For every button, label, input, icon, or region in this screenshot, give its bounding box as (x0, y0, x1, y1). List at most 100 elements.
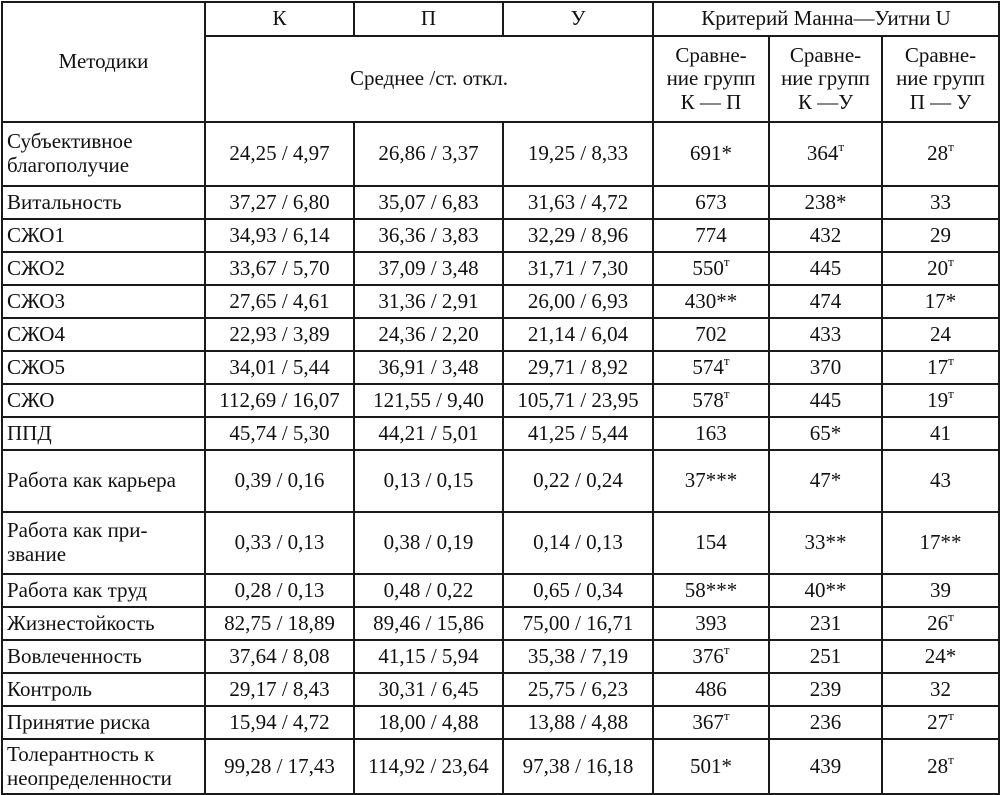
table-row: Работа как карьера 0,39 / 0,16 0,13 / 0,15… (1, 449, 1000, 513)
comparison-k-p-cell: 486 (652, 672, 770, 707)
comparison-k-u-cell-value: 33** (804, 530, 847, 555)
method-name-cell-value: ППД (7, 420, 52, 445)
group-u-cell-value: 97,38 / 16,18 (522, 753, 634, 778)
comparison-p-u-cell-value: 29 (930, 222, 951, 247)
comparison-k-u-cell-value: 47* (809, 468, 842, 493)
group-k-cell-value: 22,93 / 3,89 (229, 321, 330, 346)
comparison-k-u-cell-value: 238* (804, 189, 847, 214)
method-name-cell-value: Субъективное благополучие (7, 129, 133, 177)
comparison-k-u-cell-value: 445 (809, 255, 842, 280)
group-p-cell: 31,36 / 2,91 (353, 284, 504, 319)
comparison-k-p-cell-value: 774 (695, 222, 727, 247)
method-name-cell-value: Принятие риска (7, 709, 151, 734)
comparison-k-p-cell-value: 574 (692, 354, 724, 379)
comparison-k-u-cell-value: 40** (804, 577, 847, 602)
group-u-cell: 35,38 / 7,19 (502, 639, 654, 674)
comparison-p-u-cell-value: 43 (930, 468, 951, 493)
comparison-p-u-cell-value: 41 (930, 420, 951, 445)
group-u-cell-value: 25,75 / 6,23 (527, 676, 629, 701)
table-row: Витальность 37,27 / 6,80 35,07 / 6,83 31,63… (1, 185, 1000, 220)
group-p-cell-value: 30,31 / 6,45 (378, 676, 479, 701)
significance-marker: т (838, 139, 845, 155)
comparison-p-u-cell: 28т (881, 121, 1000, 187)
group-u-cell: 0,22 / 0,24 (502, 449, 654, 513)
group-p-cell-value: 31,36 / 2,91 (378, 288, 479, 313)
group-p-cell: 24,36 / 2,20 (353, 317, 504, 352)
table-row: СЖО 112,69 / 16,07 121,55 / 9,40 105,71 / 2… (1, 383, 1000, 418)
comparison-k-u-cell: 238* (768, 185, 883, 220)
group-k-cell-value: 0,28 / 0,13 (234, 577, 325, 602)
table-row: СЖО5 34,01 / 5,44 36,91 / 3,48 29,71 / 8,92… (1, 350, 1000, 385)
comparison-k-u-header: Сравне- ние групп К —У (768, 35, 883, 123)
group-k-cell-value: 15,94 / 4,72 (229, 709, 330, 734)
significance-marker: т (723, 385, 730, 401)
comparison-p-u-cell: 24 (881, 317, 1000, 352)
group-u-cell: 75,00 / 16,71 (502, 606, 654, 641)
group-k-cell: 37,27 / 6,80 (204, 185, 355, 220)
comparison-k-u-cell: 33** (768, 511, 883, 575)
significance-marker: т (948, 352, 954, 368)
group-p-cell: 0,13 / 0,15 (353, 449, 504, 513)
method-name-cell: СЖО1 (1, 218, 206, 253)
comparison-k-p-cell: 774 (652, 218, 770, 253)
group-u-cell-value: 41,25 / 5,44 (527, 420, 629, 445)
comparison-k-u-cell-value: 251 (809, 643, 842, 668)
comparison-p-u-cell-value: 33 (930, 189, 951, 214)
group-p-cell-value: 0,38 / 0,19 (383, 530, 474, 555)
group-p-cell: 36,91 / 3,48 (353, 350, 504, 385)
comparison-p-u-cell: 28т (881, 738, 1000, 795)
group-p-cell-value: 35,07 / 6,83 (378, 189, 479, 214)
significance-marker: т (948, 139, 954, 155)
group-u-header: У (502, 1, 654, 37)
comparison-p-u-cell-value: 28 (927, 141, 949, 166)
comparison-p-u-cell: 17** (881, 511, 1000, 575)
comparison-k-p-cell-value: 163 (695, 420, 727, 445)
group-p-cell-value: 37,09 / 3,48 (378, 255, 479, 280)
table-row: Работа как труд 0,28 / 0,13 0,48 / 0,22 0,6… (1, 573, 1000, 608)
group-p-cell-value: 114,92 / 23,64 (368, 753, 489, 778)
group-k-cell-value: 37,27 / 6,80 (229, 189, 330, 214)
comparison-k-p-cell-value: 376 (692, 643, 724, 668)
method-name-cell-value: Вовлеченность (7, 643, 142, 668)
group-u-cell-value: 31,71 / 7,30 (527, 255, 629, 280)
significance-marker: т (948, 707, 954, 723)
comparison-p-u-cell: 24* (881, 639, 1000, 674)
table-row: СЖО1 34,93 / 6,14 36,36 / 3,83 32,29 / 8,96… (1, 218, 1000, 253)
comparison-k-p-cell: 501* (652, 738, 770, 795)
group-u-cell: 19,25 / 8,33 (502, 121, 654, 187)
comparison-k-u-cell: 370 (768, 350, 883, 385)
comparison-k-p-cell-value: 154 (695, 530, 727, 555)
comparison-line: ние групп (666, 66, 756, 91)
method-name-cell: Жизнестойкость (1, 606, 206, 641)
group-u-cell: 32,29 / 8,96 (502, 218, 654, 253)
group-u-cell: 21,14 / 6,04 (502, 317, 654, 352)
group-p-cell: 44,21 / 5,01 (353, 416, 504, 451)
comparison-k-u-cell-value: 445 (809, 387, 842, 412)
group-u-cell: 31,71 / 7,30 (502, 251, 654, 286)
comparison-k-u-cell: 251 (768, 639, 883, 674)
group-u-cell: 97,38 / 16,18 (502, 738, 654, 795)
significance-marker: т (948, 608, 954, 624)
group-k-cell-value: 27,65 / 4,61 (229, 288, 330, 313)
table-row: Работа как при-звание 0,33 / 0,13 0,38 / 0… (1, 511, 1000, 575)
group-p-cell: 0,48 / 0,22 (353, 573, 504, 608)
comparison-k-p-cell: 376т (652, 639, 770, 674)
comparison-k-u-cell-value: 439 (809, 753, 842, 778)
comparison-p-u-header: Сравне- ние групп П — У (881, 35, 1000, 123)
method-name-cell: Вовлеченность (1, 639, 206, 674)
method-name-cell-value: СЖО4 (7, 321, 65, 346)
methods-header: Методики (1, 1, 206, 123)
group-k-cell: 34,93 / 6,14 (204, 218, 355, 253)
group-p-cell: 0,38 / 0,19 (353, 511, 504, 575)
group-p-cell: 37,09 / 3,48 (353, 251, 504, 286)
group-p-cell-value: 41,15 / 5,94 (378, 643, 479, 668)
table-header: Методики К П У Критерий Манна—Уитни U Ср… (1, 1, 1000, 123)
comparison-p-u-cell-value: 19 (927, 387, 949, 412)
table-row: Контроль 29,17 / 8,43 30,31 / 6,45 25,75 / … (1, 672, 1000, 707)
group-k-cell-value: 33,67 / 5,70 (229, 255, 330, 280)
method-name-cell-value: СЖО1 (7, 222, 65, 247)
group-u-cell-value: 0,22 / 0,24 (533, 468, 623, 493)
comparison-p-u-cell: 29 (881, 218, 1000, 253)
comparison-k-p-cell: 673 (652, 185, 770, 220)
group-u-cell: 29,71 / 8,92 (502, 350, 654, 385)
